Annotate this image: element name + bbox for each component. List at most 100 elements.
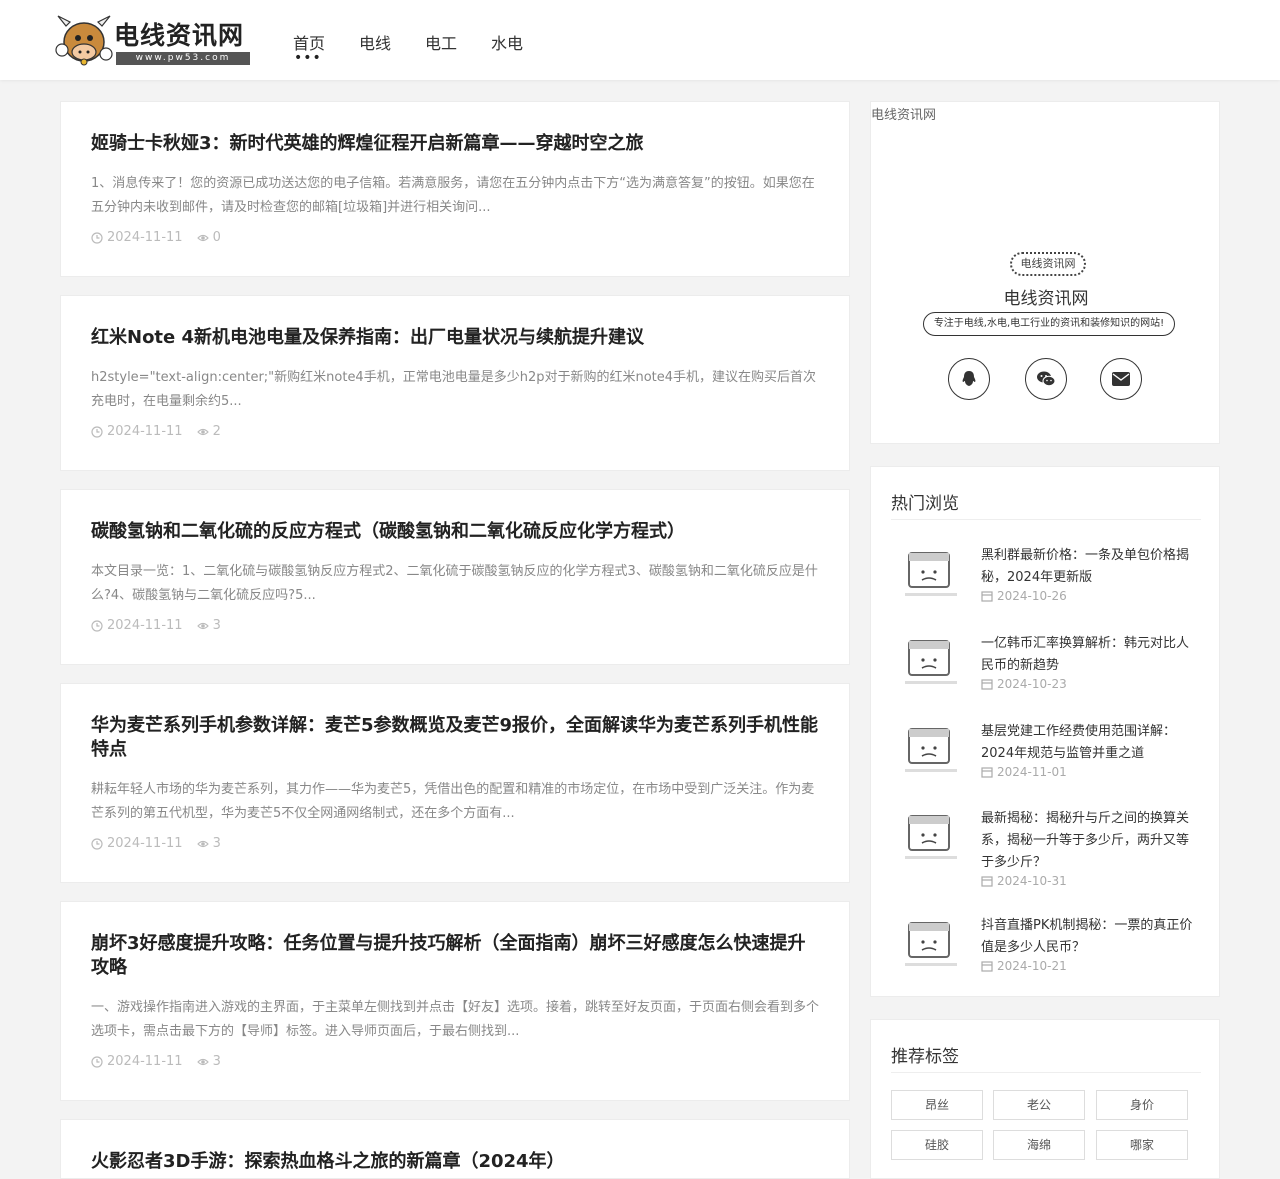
article-card[interactable]: 碳酸氢钠和二氧化硫的反应方程式（碳酸氢钠和二氧化硫反应化学方程式） 本文目录一览… [60,489,850,665]
hot-item[interactable]: 抖音直播PK机制揭秘：一票的真正价值是多少人民币？ 2024-10-21 [891,917,1201,987]
email-icon [1112,372,1130,386]
hot-item-title[interactable]: 最新揭秘：揭秘升与斤之间的换算关系，揭秘一升等于多少斤，两升又等于多少斤？ [981,808,1201,874]
article-views: 3 [212,836,221,851]
hot-item-title[interactable]: 抖音直播PK机制揭秘：一票的真正价值是多少人民币？ [981,915,1201,959]
tag-item[interactable]: 海绵 [993,1130,1085,1160]
wechat-button[interactable] [1025,358,1067,400]
hot-item-date: 2024-10-26 [997,589,1067,603]
article-date: 2024-11-11 [107,836,183,851]
article-title[interactable]: 红米Note 4新机电池电量及保养指南：出厂电量状况与续航提升建议 [91,326,821,350]
tag-item[interactable]: 哪家 [1096,1130,1188,1160]
tag-item[interactable]: 老公 [993,1090,1085,1120]
eye-icon [196,234,209,241]
tags-title: 推荐标签 [891,1047,959,1067]
calendar-icon [981,591,993,602]
tag-item[interactable]: 硅胶 [891,1130,983,1160]
site-header: 电线资讯网 www.pw53.com 首页 电线 电工 水电 [0,0,1280,80]
hot-item-title[interactable]: 黑利群最新价格：一条及单包价格揭秘，2024年更新版 [981,545,1201,589]
article-date: 2024-11-11 [107,230,183,245]
article-card[interactable]: 姬骑士卡秋娅3：新时代英雄的辉煌征程开启新篇章——穿越时空之旅 1、消息传来了！… [60,101,850,277]
calendar-icon [981,679,993,690]
qq-button[interactable] [948,358,990,400]
divider [891,519,1201,520]
hot-item-date: 2024-11-01 [997,765,1067,779]
profile-widget: 电线资讯网 电线资讯网 电线资讯网 专注于电线,水电,电工行业的资讯和装修知识的… [870,101,1220,444]
nav-item-plumbing[interactable]: 水电 [491,30,523,54]
article-views: 0 [212,230,221,245]
nav-item-electrician[interactable]: 电工 [425,30,457,54]
tags-widget: 推荐标签 昂丝 老公 身价 硅胶 海绵 哪家 [870,1019,1220,1179]
article-date: 2024-11-11 [107,1054,183,1069]
hot-item[interactable]: 基层党建工作经费使用范围详解：2024年规范与监管并重之道 2024-11-01 [891,723,1201,793]
article-card[interactable]: 火影忍者3D手游：探索热血格斗之旅的新篇章（2024年） [60,1119,850,1179]
hot-item-date-row: 2024-11-01 [981,765,1067,779]
article-title[interactable]: 华为麦芒系列手机参数详解：麦芒5参数概览及麦芒9报价，全面解读华为麦芒系列手机性… [91,714,821,762]
broken-image-icon [905,815,957,859]
article-card[interactable]: 红米Note 4新机电池电量及保养指南：出厂电量状况与续航提升建议 h2styl… [60,295,850,471]
email-button[interactable] [1100,358,1142,400]
hot-item-date-row: 2024-10-31 [981,874,1067,888]
eye-icon [196,428,209,435]
article-title[interactable]: 姬骑士卡秋娅3：新时代英雄的辉煌征程开启新篇章——穿越时空之旅 [91,132,821,156]
hot-item[interactable]: 一亿韩币汇率换算解析：韩元对比人民币的新趋势 2024-10-23 [891,635,1201,705]
article-meta: 2024-11-11 0 [91,230,221,245]
qq-icon [962,371,976,386]
hot-item-date: 2024-10-21 [997,959,1067,973]
logo-title: 电线资讯网 [114,21,245,50]
hot-widget: 热门浏览 黑利群最新价格：一条及单包价格揭秘，2024年更新版 2024-10-… [870,466,1220,997]
profile-label: 电线资讯网 [871,108,937,123]
profile-description: 专注于电线,水电,电工行业的资讯和装修知识的网站! [923,312,1175,336]
article-meta: 2024-11-11 2 [91,424,221,439]
article-title[interactable]: 崩坏3好感度提升攻略：任务位置与提升技巧解析（全面指南）崩坏三好感度怎么快速提升… [91,932,821,980]
wechat-icon [1037,371,1056,387]
hot-item[interactable]: 最新揭秘：揭秘升与斤之间的换算关系，揭秘一升等于多少斤，两升又等于多少斤？ 20… [891,808,1201,888]
hot-item-date: 2024-10-23 [997,677,1067,691]
nav-item-home[interactable]: 首页 [293,30,325,66]
hot-item-date-row: 2024-10-23 [981,677,1067,691]
divider [891,1072,1201,1073]
article-title[interactable]: 碳酸氢钠和二氧化硫的反应方程式（碳酸氢钠和二氧化硫反应化学方程式） [91,520,821,544]
article-views: 3 [212,1054,221,1069]
hot-item-date-row: 2024-10-26 [981,589,1067,603]
article-excerpt: 一、游戏操作指南进入游戏的主界面，于主菜单左侧找到并点击【好友】选项。接着，跳转… [91,1000,820,1039]
site-logo[interactable]: 电线资讯网 www.pw53.com [54,10,254,68]
logo-domain: www.pw53.com [116,52,250,65]
main-nav: 首页 电线 电工 水电 [293,30,557,66]
clock-icon [91,1055,103,1068]
hot-title: 热门浏览 [891,494,959,514]
calendar-icon [981,767,993,778]
hot-item-date: 2024-10-31 [997,874,1067,888]
article-title[interactable]: 火影忍者3D手游：探索热血格斗之旅的新篇章（2024年） [91,1150,821,1174]
calendar-icon [981,876,993,887]
broken-image-icon [905,640,957,684]
hot-item-title[interactable]: 基层党建工作经费使用范围详解：2024年规范与监管并重之道 [981,721,1201,765]
article-excerpt: 耕耘年轻人市场的华为麦芒系列，其力作——华为麦芒5，凭借出色的配置和精准的市场定… [91,782,815,821]
clock-icon [91,619,103,632]
eye-icon [196,840,209,847]
eye-icon [196,1058,209,1065]
broken-image-icon [905,922,957,966]
article-views: 3 [212,618,221,633]
hot-item-date-row: 2024-10-21 [981,959,1067,973]
article-excerpt: h2style="text-align:center;"新购红米note4手机，… [91,370,817,409]
article-meta: 2024-11-11 3 [91,1054,221,1069]
clock-icon [91,425,103,438]
tag-item[interactable]: 身价 [1096,1090,1188,1120]
article-card[interactable]: 崩坏3好感度提升攻略：任务位置与提升技巧解析（全面指南）崩坏三好感度怎么快速提升… [60,901,850,1101]
article-date: 2024-11-11 [107,618,183,633]
article-meta: 2024-11-11 3 [91,836,221,851]
hot-item-title[interactable]: 一亿韩币汇率换算解析：韩元对比人民币的新趋势 [981,633,1201,677]
article-card[interactable]: 华为麦芒系列手机参数详解：麦芒5参数概览及麦芒9报价，全面解读华为麦芒系列手机性… [60,683,850,883]
broken-image-icon [905,552,957,596]
article-excerpt: 1、消息传来了！您的资源已成功送达您的电子信箱。若满意服务，请您在五分钟内点击下… [91,176,815,215]
calendar-icon [981,961,993,972]
tag-item[interactable]: 昂丝 [891,1090,983,1120]
profile-badge: 电线资讯网 [1010,252,1086,276]
cow-mascot-icon [55,15,113,66]
article-meta: 2024-11-11 3 [91,618,221,633]
eye-icon [196,622,209,629]
profile-name: 电线资讯网 [1003,289,1089,309]
nav-item-wire[interactable]: 电线 [359,30,391,54]
clock-icon [91,837,103,850]
hot-item[interactable]: 黑利群最新价格：一条及单包价格揭秘，2024年更新版 2024-10-26 [891,547,1201,617]
